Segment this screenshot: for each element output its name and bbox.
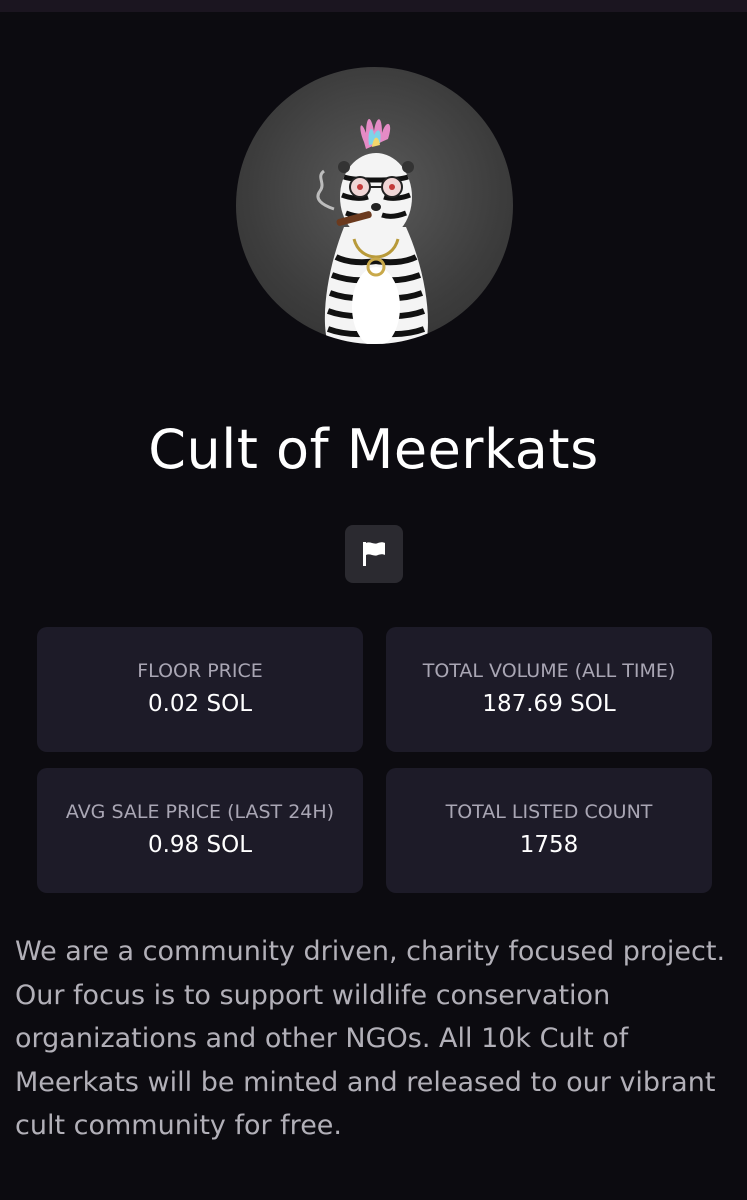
stat-total-volume: TOTAL VOLUME (ALL TIME) 187.69 SOL: [386, 627, 712, 752]
stat-value: 187.69 SOL: [482, 691, 616, 717]
meerkat-image: [316, 118, 428, 344]
stat-value: 1758: [519, 832, 579, 858]
flag-icon: [363, 542, 385, 566]
stat-label: TOTAL LISTED COUNT: [445, 801, 653, 823]
stat-value: 0.02 SOL: [147, 691, 253, 717]
collection-title: Cult of Meerkats: [148, 418, 599, 481]
stat-avg-sale-price: AVG SALE PRICE (LAST 24H) 0.98 SOL: [37, 768, 363, 893]
stat-floor-price: FLOOR PRICE 0.02 SOL: [37, 627, 363, 752]
stat-label: FLOOR PRICE: [137, 660, 263, 682]
collection-description: We are a community driven, charity focus…: [15, 936, 726, 1141]
stat-value: 0.98 SOL: [147, 832, 253, 858]
stat-label: TOTAL VOLUME (ALL TIME): [422, 660, 676, 682]
top-bar: [0, 0, 747, 12]
report-button[interactable]: [345, 525, 403, 583]
collection-avatar: [236, 67, 513, 344]
stat-total-listed-count: TOTAL LISTED COUNT 1758: [386, 768, 712, 893]
stat-label: AVG SALE PRICE (LAST 24H): [65, 801, 335, 823]
